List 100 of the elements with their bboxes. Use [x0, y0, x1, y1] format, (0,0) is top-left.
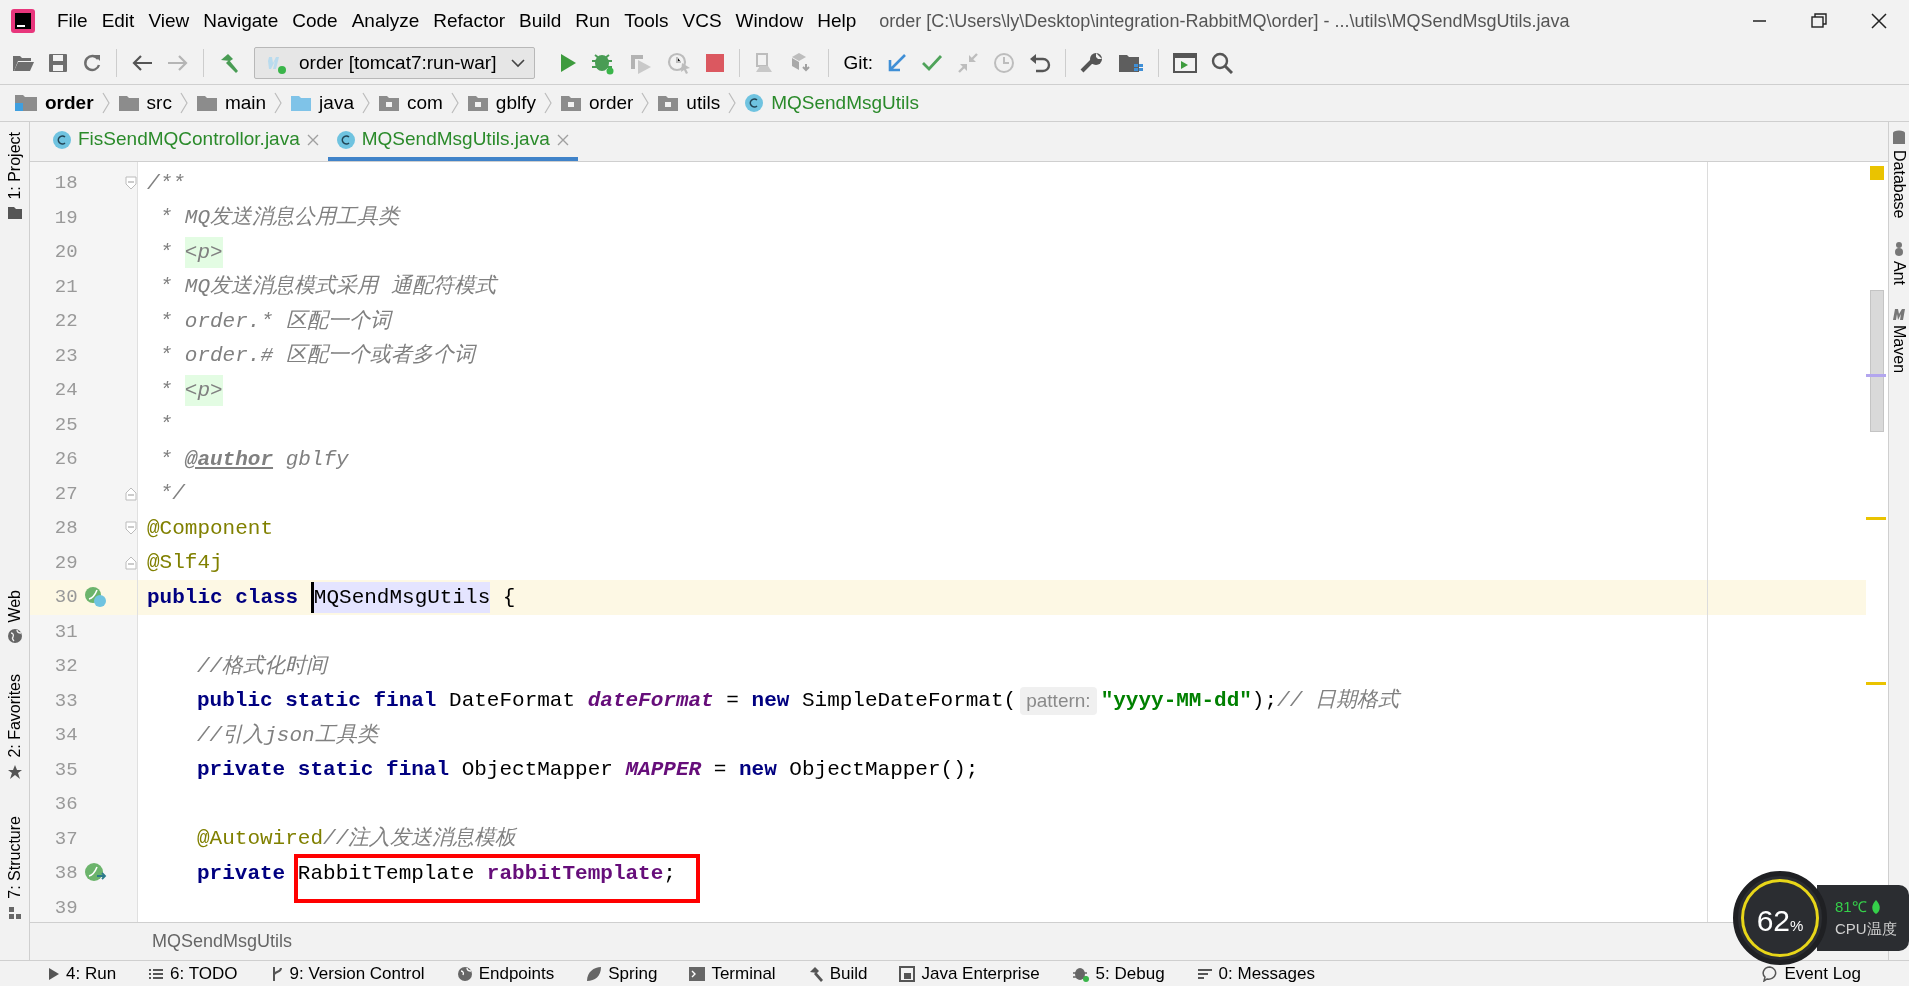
undo-icon[interactable] [1029, 53, 1052, 73]
run-icon[interactable] [559, 53, 578, 73]
breadcrumb-item[interactable]: main [224, 88, 267, 118]
doc-comment: * MQ发送消息公用工具类 [158, 204, 399, 231]
tool-window-button[interactable]: 9: Version Control [269, 960, 425, 986]
tool-window-button[interactable]: Java Enterprise [899, 960, 1040, 986]
menu-item[interactable]: Help [810, 6, 864, 36]
warning-indicator [1870, 166, 1884, 180]
tool-window-tab[interactable]: 7: Structure [2, 815, 27, 899]
editor-tab[interactable]: FisSendMQControllor.java [44, 122, 328, 161]
back-arrow-icon[interactable] [131, 54, 153, 72]
menu-item[interactable]: Code [285, 6, 345, 36]
breadcrumb-item[interactable]: utils [686, 88, 721, 118]
merge-arrows-icon[interactable] [957, 52, 980, 74]
code-breadcrumb[interactable]: MQSendMsgUtils [152, 928, 293, 955]
tool-window-button[interactable]: 5: Debug [1071, 960, 1165, 986]
breadcrumb-item[interactable]: order [45, 88, 94, 118]
line-number: 31 [53, 619, 78, 645]
tool-window-tab[interactable]: 2: Favorites [2, 674, 27, 758]
folder-icon [117, 94, 140, 112]
tool-window-tab[interactable]: Database [1887, 150, 1909, 219]
tool-window-button[interactable]: 4: Run [48, 960, 117, 986]
package-folder-icon [466, 94, 489, 112]
code-text: SimpleDateFormat( [800, 688, 1017, 714]
line-number: 37 [53, 826, 78, 852]
breadcrumb-item[interactable]: order [589, 88, 634, 118]
tool-window-button[interactable]: 0: Messages [1196, 960, 1315, 986]
menu-item[interactable]: Refactor [426, 6, 513, 36]
tool-window-button[interactable]: Spring [586, 960, 658, 986]
line-number: 24 [53, 378, 78, 403]
folder-icon [6, 205, 23, 220]
menu-item[interactable]: Edit [94, 6, 142, 36]
menu-item[interactable]: Navigate [196, 6, 286, 36]
open-folder-icon[interactable] [12, 53, 34, 73]
module-folder-icon [14, 93, 38, 113]
database-icon [1892, 130, 1906, 146]
clock-icon[interactable] [993, 52, 1016, 74]
static-field: dateFormat [587, 685, 714, 717]
menu-item[interactable]: Tools [617, 6, 676, 36]
refresh-icon[interactable] [82, 53, 102, 73]
tool-window-tab[interactable]: Web [2, 589, 27, 623]
profiler-icon[interactable] [667, 51, 692, 75]
tool-window-tab[interactable]: 1: Project [2, 132, 27, 200]
tool-window-tab[interactable]: Ant [1887, 260, 1909, 285]
checkmark-icon[interactable] [921, 54, 944, 72]
fold-icon[interactable] [125, 521, 137, 536]
menu-item[interactable]: File [50, 6, 95, 36]
breadcrumb-item[interactable]: gblfy [495, 88, 536, 118]
breadcrumb-item[interactable]: java [319, 88, 354, 118]
fold-icon[interactable] [125, 486, 137, 501]
doc-comment: gblfy [284, 446, 349, 473]
project-structure-icon[interactable] [1118, 52, 1145, 74]
breadcrumb-item[interactable]: src [146, 88, 172, 118]
keyword: private [197, 860, 287, 887]
stop-icon[interactable] [705, 53, 726, 73]
run-window-icon[interactable] [1173, 53, 1198, 73]
line-number: 28 [53, 516, 78, 541]
fold-icon[interactable] [125, 555, 137, 570]
run-configuration-dropdown[interactable]: order [tomcat7:run-war] [254, 47, 536, 79]
close-icon[interactable] [305, 132, 320, 147]
tool-window-tab[interactable]: Maven [1887, 324, 1909, 373]
annotation: @Slf4j [147, 550, 223, 576]
bug-icon[interactable] [591, 51, 616, 75]
code-text: RabbitTemplate [297, 860, 476, 887]
code-text: ObjectMapper(); [788, 757, 979, 783]
breadcrumb-item[interactable]: MQSendMsgUtils [771, 88, 919, 118]
package-folder-icon [657, 94, 680, 112]
close-icon[interactable] [555, 132, 570, 147]
search-icon[interactable] [1211, 52, 1234, 74]
save-icon[interactable] [48, 53, 68, 73]
tool-window-button[interactable]: Terminal [689, 960, 776, 986]
star-icon [6, 763, 23, 780]
maven-icon [1892, 306, 1906, 321]
tool-window-button[interactable]: Endpoints [456, 960, 555, 986]
doc-comment: * [158, 446, 174, 473]
update-arrow-icon[interactable] [887, 53, 908, 73]
app-logo-icon [10, 8, 36, 34]
folder-icon [195, 94, 218, 112]
menu-item[interactable]: Build [512, 6, 569, 36]
doc-comment: * [158, 239, 174, 266]
fold-icon[interactable] [125, 176, 137, 191]
menu-item[interactable]: Analyze [344, 6, 427, 36]
wrench-icon[interactable] [1080, 51, 1105, 75]
menu-item[interactable]: Window [728, 6, 811, 36]
menu-item[interactable]: View [141, 6, 197, 36]
annotation: @Component [147, 515, 274, 542]
breadcrumb-item[interactable]: com [406, 88, 443, 118]
code-comment: //注入发送消息模板 [323, 825, 517, 852]
forward-arrow-icon[interactable] [167, 54, 189, 72]
event-log-button[interactable]: Event Log [1762, 960, 1861, 986]
menu-item[interactable]: Run [568, 6, 618, 36]
tool-window-button[interactable]: Build [807, 960, 868, 986]
tool-window-button[interactable]: 6: TODO [148, 960, 238, 986]
code-text: = [712, 757, 728, 783]
field-name: rabbitTemplate [486, 860, 664, 887]
list-icon [148, 967, 165, 980]
package-folder-icon [560, 94, 582, 112]
scrollbar-thumb[interactable] [1870, 290, 1884, 432]
menu-item[interactable]: VCS [675, 6, 729, 36]
code-text: DateFormat [448, 688, 577, 714]
